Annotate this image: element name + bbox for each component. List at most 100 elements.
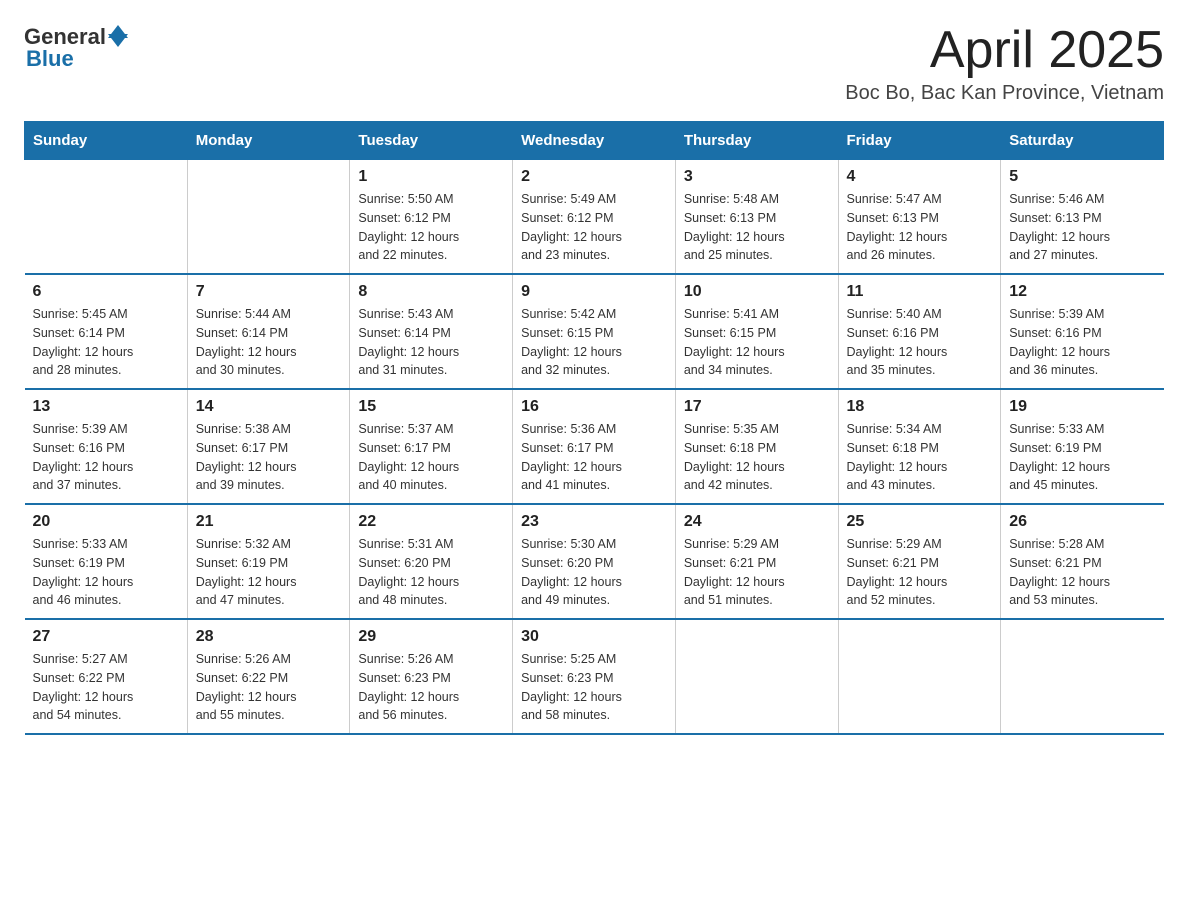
day-number: 7 — [196, 283, 342, 301]
title-block: April 2025 Boc Bo, Bac Kan Province, Vie… — [845, 24, 1164, 105]
day-number: 4 — [847, 168, 993, 186]
calendar-cell: 26 Sunrise: 5:28 AM Sunset: 6:21 PM Dayli… — [1001, 504, 1164, 619]
calendar-cell: 10 Sunrise: 5:41 AM Sunset: 6:15 PM Dayli… — [675, 274, 838, 389]
month-year-title: April 2025 — [845, 24, 1164, 76]
day-info: Sunrise: 5:34 AM Sunset: 6:18 PM Dayligh… — [847, 420, 993, 495]
calendar-cell: 12 Sunrise: 5:39 AM Sunset: 6:16 PM Dayli… — [1001, 274, 1164, 389]
day-info: Sunrise: 5:39 AM Sunset: 6:16 PM Dayligh… — [1009, 305, 1155, 380]
day-info: Sunrise: 5:41 AM Sunset: 6:15 PM Dayligh… — [684, 305, 830, 380]
weekday-header-monday: Monday — [187, 122, 350, 160]
day-number: 22 — [358, 513, 504, 531]
weekday-header-sunday: Sunday — [25, 122, 188, 160]
calendar-cell: 2 Sunrise: 5:49 AM Sunset: 6:12 PM Daylig… — [513, 160, 676, 275]
day-number: 18 — [847, 398, 993, 416]
day-info: Sunrise: 5:46 AM Sunset: 6:13 PM Dayligh… — [1009, 190, 1155, 265]
calendar-cell: 25 Sunrise: 5:29 AM Sunset: 6:21 PM Dayli… — [838, 504, 1001, 619]
day-info: Sunrise: 5:40 AM Sunset: 6:16 PM Dayligh… — [847, 305, 993, 380]
calendar-cell: 22Sunrise: 5:31 AM Sunset: 6:20 PM Dayli… — [350, 504, 513, 619]
calendar-cell: 24Sunrise: 5:29 AM Sunset: 6:21 PM Dayli… — [675, 504, 838, 619]
day-info: Sunrise: 5:47 AM Sunset: 6:13 PM Dayligh… — [847, 190, 993, 265]
day-info: Sunrise: 5:26 AM Sunset: 6:23 PM Dayligh… — [358, 650, 504, 725]
page-header: General Blue April 2025 Boc Bo, Bac Kan … — [24, 24, 1164, 105]
calendar-cell: 28Sunrise: 5:26 AM Sunset: 6:22 PM Dayli… — [187, 619, 350, 734]
day-info: Sunrise: 5:36 AM Sunset: 6:17 PM Dayligh… — [521, 420, 667, 495]
day-number: 30 — [521, 628, 667, 646]
calendar-cell: 9 Sunrise: 5:42 AM Sunset: 6:15 PM Daylig… — [513, 274, 676, 389]
calendar-cell: 4 Sunrise: 5:47 AM Sunset: 6:13 PM Daylig… — [838, 160, 1001, 275]
day-info: Sunrise: 5:39 AM Sunset: 6:16 PM Dayligh… — [33, 420, 179, 495]
day-number: 21 — [196, 513, 342, 531]
day-info: Sunrise: 5:27 AM Sunset: 6:22 PM Dayligh… — [33, 650, 179, 725]
week-row-3: 13 Sunrise: 5:39 AM Sunset: 6:16 PM Dayli… — [25, 389, 1164, 504]
day-number: 27 — [33, 628, 179, 646]
logo-blue-text: Blue — [26, 46, 74, 72]
calendar-cell: 7 Sunrise: 5:44 AM Sunset: 6:14 PM Daylig… — [187, 274, 350, 389]
weekday-header-tuesday: Tuesday — [350, 122, 513, 160]
calendar-cell — [187, 160, 350, 275]
day-number: 2 — [521, 168, 667, 186]
day-number: 14 — [196, 398, 342, 416]
weekday-header-friday: Friday — [838, 122, 1001, 160]
week-row-2: 6 Sunrise: 5:45 AM Sunset: 6:14 PM Daylig… — [25, 274, 1164, 389]
calendar-cell — [1001, 619, 1164, 734]
weekday-header-thursday: Thursday — [675, 122, 838, 160]
day-number: 20 — [33, 513, 179, 531]
day-number: 11 — [847, 283, 993, 301]
day-info: Sunrise: 5:26 AM Sunset: 6:22 PM Dayligh… — [196, 650, 342, 725]
day-number: 1 — [358, 168, 504, 186]
calendar-cell: 20Sunrise: 5:33 AM Sunset: 6:19 PM Dayli… — [25, 504, 188, 619]
day-number: 16 — [521, 398, 667, 416]
day-number: 26 — [1009, 513, 1155, 531]
calendar-cell: 29 Sunrise: 5:26 AM Sunset: 6:23 PM Dayli… — [350, 619, 513, 734]
calendar-cell: 15Sunrise: 5:37 AM Sunset: 6:17 PM Dayli… — [350, 389, 513, 504]
week-row-1: 1 Sunrise: 5:50 AM Sunset: 6:12 PM Daylig… — [25, 160, 1164, 275]
day-number: 13 — [33, 398, 179, 416]
day-info: Sunrise: 5:42 AM Sunset: 6:15 PM Dayligh… — [521, 305, 667, 380]
day-number: 10 — [684, 283, 830, 301]
day-number: 17 — [684, 398, 830, 416]
calendar-cell: 11 Sunrise: 5:40 AM Sunset: 6:16 PM Dayli… — [838, 274, 1001, 389]
calendar-cell: 27 Sunrise: 5:27 AM Sunset: 6:22 PM Dayli… — [25, 619, 188, 734]
day-info: Sunrise: 5:28 AM Sunset: 6:21 PM Dayligh… — [1009, 535, 1155, 610]
calendar-cell: 18 Sunrise: 5:34 AM Sunset: 6:18 PM Dayli… — [838, 389, 1001, 504]
day-info: Sunrise: 5:50 AM Sunset: 6:12 PM Dayligh… — [358, 190, 504, 265]
calendar-cell: 6 Sunrise: 5:45 AM Sunset: 6:14 PM Daylig… — [25, 274, 188, 389]
calendar-cell: 16 Sunrise: 5:36 AM Sunset: 6:17 PM Dayli… — [513, 389, 676, 504]
weekday-header-wednesday: Wednesday — [513, 122, 676, 160]
day-info: Sunrise: 5:44 AM Sunset: 6:14 PM Dayligh… — [196, 305, 342, 380]
calendar-cell — [25, 160, 188, 275]
day-number: 8 — [358, 283, 504, 301]
day-number: 3 — [684, 168, 830, 186]
location-subtitle: Boc Bo, Bac Kan Province, Vietnam — [845, 82, 1164, 105]
day-info: Sunrise: 5:45 AM Sunset: 6:14 PM Dayligh… — [33, 305, 179, 380]
day-info: Sunrise: 5:38 AM Sunset: 6:17 PM Dayligh… — [196, 420, 342, 495]
calendar-cell: 1 Sunrise: 5:50 AM Sunset: 6:12 PM Daylig… — [350, 160, 513, 275]
week-row-4: 20Sunrise: 5:33 AM Sunset: 6:19 PM Dayli… — [25, 504, 1164, 619]
day-number: 6 — [33, 283, 179, 301]
calendar-cell — [838, 619, 1001, 734]
day-info: Sunrise: 5:48 AM Sunset: 6:13 PM Dayligh… — [684, 190, 830, 265]
day-info: Sunrise: 5:29 AM Sunset: 6:21 PM Dayligh… — [847, 535, 993, 610]
day-number: 19 — [1009, 398, 1155, 416]
day-info: Sunrise: 5:32 AM Sunset: 6:19 PM Dayligh… — [196, 535, 342, 610]
weekday-header-saturday: Saturday — [1001, 122, 1164, 160]
calendar-cell: 17Sunrise: 5:35 AM Sunset: 6:18 PM Dayli… — [675, 389, 838, 504]
day-number: 12 — [1009, 283, 1155, 301]
calendar-cell: 3 Sunrise: 5:48 AM Sunset: 6:13 PM Daylig… — [675, 160, 838, 275]
weekday-header-row: SundayMondayTuesdayWednesdayThursdayFrid… — [25, 122, 1164, 160]
calendar-cell — [675, 619, 838, 734]
day-info: Sunrise: 5:30 AM Sunset: 6:20 PM Dayligh… — [521, 535, 667, 610]
calendar-cell: 30Sunrise: 5:25 AM Sunset: 6:23 PM Dayli… — [513, 619, 676, 734]
day-number: 9 — [521, 283, 667, 301]
day-number: 5 — [1009, 168, 1155, 186]
day-info: Sunrise: 5:49 AM Sunset: 6:12 PM Dayligh… — [521, 190, 667, 265]
week-row-5: 27 Sunrise: 5:27 AM Sunset: 6:22 PM Dayli… — [25, 619, 1164, 734]
day-number: 29 — [358, 628, 504, 646]
day-number: 25 — [847, 513, 993, 531]
calendar-cell: 14 Sunrise: 5:38 AM Sunset: 6:17 PM Dayli… — [187, 389, 350, 504]
day-number: 24 — [684, 513, 830, 531]
day-number: 15 — [358, 398, 504, 416]
calendar-cell: 23 Sunrise: 5:30 AM Sunset: 6:20 PM Dayli… — [513, 504, 676, 619]
day-number: 23 — [521, 513, 667, 531]
calendar-cell: 5 Sunrise: 5:46 AM Sunset: 6:13 PM Daylig… — [1001, 160, 1164, 275]
